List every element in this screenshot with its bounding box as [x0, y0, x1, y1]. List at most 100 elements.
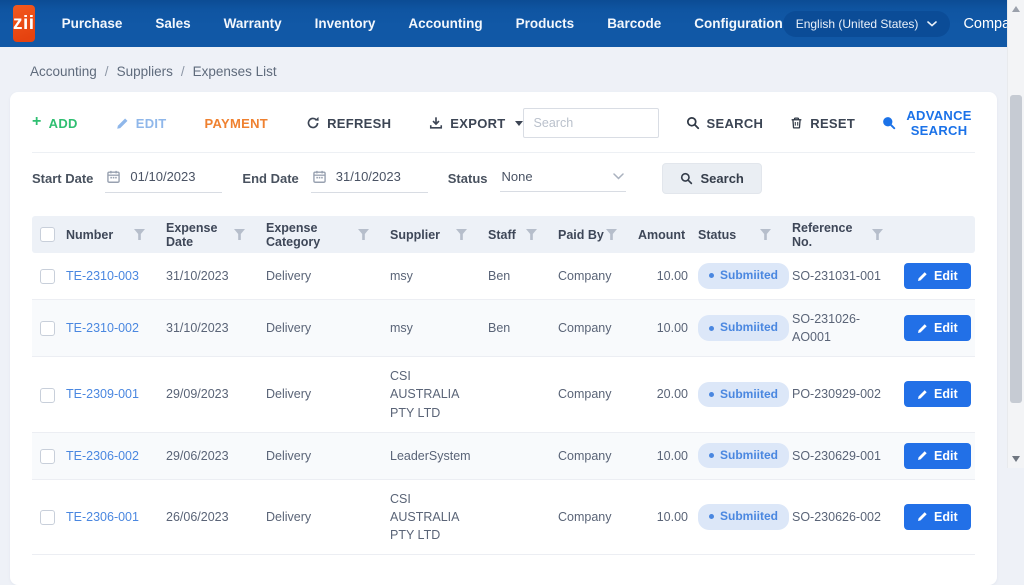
- filter-funnel-icon[interactable]: [358, 229, 369, 240]
- expense-number-link[interactable]: TE-2310-002: [66, 321, 139, 335]
- nav-item-warranty[interactable]: Warranty: [224, 16, 282, 31]
- row-checkbox[interactable]: [40, 388, 55, 403]
- table-row: TE-2306-002 29/06/2023 Delivery LeaderSy…: [32, 433, 975, 480]
- end-date-label: End Date: [242, 171, 298, 186]
- cell-paid-by: Company: [558, 437, 638, 475]
- status-badge-label: Submiited: [720, 508, 778, 525]
- nav-item-purchase[interactable]: Purchase: [62, 16, 123, 31]
- start-date-field[interactable]: [105, 164, 222, 193]
- table-row: TE-2310-003 31/10/2023 Delivery msy Ben …: [32, 253, 975, 300]
- nav-item-inventory[interactable]: Inventory: [315, 16, 376, 31]
- edit-row-button[interactable]: Edit: [904, 381, 971, 407]
- expense-number-link[interactable]: TE-2309-001: [66, 387, 139, 401]
- add-label: ADD: [49, 116, 78, 131]
- status-dot-icon: [709, 326, 714, 331]
- app-logo[interactable]: zii: [13, 5, 35, 42]
- refresh-icon: [306, 116, 320, 130]
- status-select[interactable]: None: [500, 165, 626, 192]
- edit-toolbar-button[interactable]: EDIT: [116, 116, 167, 131]
- breadcrumb-separator: /: [105, 64, 109, 79]
- cell-staff: [488, 507, 558, 527]
- edit-row-label: Edit: [934, 269, 958, 283]
- export-button[interactable]: EXPORT: [429, 116, 522, 131]
- search-icon: [686, 116, 700, 130]
- table-header: Number Expense Date Expense Category Sup…: [32, 216, 975, 253]
- advance-search-button[interactable]: ADVANCE SEARCH: [882, 108, 975, 138]
- edit-row-button[interactable]: Edit: [904, 263, 971, 289]
- language-selector[interactable]: English (United States): [783, 11, 951, 37]
- select-all-checkbox[interactable]: [40, 227, 55, 242]
- scrollbar-up-arrow-icon[interactable]: [1012, 6, 1020, 12]
- table-row: TE-2310-002 31/10/2023 Delivery msy Ben …: [32, 300, 975, 357]
- scrollbar-down-arrow-icon[interactable]: [1012, 456, 1020, 462]
- status-badge-label: Submiited: [720, 319, 778, 336]
- edit-label: EDIT: [136, 116, 167, 131]
- cell-reference-no: PO-230929-002: [792, 375, 904, 413]
- refresh-label: REFRESH: [327, 116, 391, 131]
- cell-expense-date: 29/09/2023: [166, 375, 266, 413]
- cell-reference-no: SO-230626-002: [792, 498, 904, 536]
- filter-funnel-icon[interactable]: [872, 229, 883, 240]
- export-caret-icon: [515, 121, 523, 126]
- refresh-button[interactable]: REFRESH: [306, 116, 391, 131]
- search-input[interactable]: [523, 108, 659, 138]
- col-paid-by-label: Paid By: [558, 228, 604, 242]
- expense-number-link[interactable]: TE-2306-002: [66, 449, 139, 463]
- pencil-icon: [917, 271, 928, 282]
- filter-funnel-icon[interactable]: [526, 229, 537, 240]
- cell-amount: 10.00: [638, 437, 698, 475]
- advance-search-icon: [882, 116, 896, 130]
- cell-amount: 10.00: [638, 498, 698, 536]
- scrollbar-thumb[interactable]: [1010, 95, 1022, 403]
- table-row: TE-2306-001 26/06/2023 Delivery CSI AUST…: [32, 480, 975, 555]
- edit-row-button[interactable]: Edit: [904, 443, 971, 469]
- reset-button[interactable]: RESET: [790, 116, 855, 131]
- status-dot-icon: [709, 392, 714, 397]
- end-date-field[interactable]: [311, 164, 428, 193]
- nav-item-configuration[interactable]: Configuration: [694, 16, 782, 31]
- cell-expense-category: Delivery: [266, 309, 390, 347]
- search-button[interactable]: SEARCH: [686, 116, 764, 131]
- search-label: SEARCH: [707, 116, 764, 131]
- status-select-value: None: [502, 169, 533, 184]
- edit-row-button[interactable]: Edit: [904, 315, 971, 341]
- row-checkbox[interactable]: [40, 510, 55, 525]
- breadcrumb-accounting[interactable]: Accounting: [30, 64, 97, 79]
- cell-reference-no: SO-230629-001: [792, 437, 904, 475]
- row-checkbox[interactable]: [40, 321, 55, 336]
- row-checkbox[interactable]: [40, 269, 55, 284]
- vertical-scrollbar[interactable]: [1007, 0, 1024, 468]
- end-date-input[interactable]: [334, 168, 426, 185]
- toolbar-right: SEARCH RESET ADVANCE SEARCH: [523, 108, 975, 138]
- expense-number-link[interactable]: TE-2310-003: [66, 269, 139, 283]
- filter-funnel-icon[interactable]: [134, 229, 145, 240]
- nav-item-barcode[interactable]: Barcode: [607, 16, 661, 31]
- breadcrumb-suppliers[interactable]: Suppliers: [117, 64, 173, 79]
- col-expense-date-label: Expense Date: [166, 221, 234, 249]
- filter-funnel-icon[interactable]: [606, 229, 617, 240]
- cell-expense-date: 31/10/2023: [166, 309, 266, 347]
- filter-search-button[interactable]: Search: [662, 163, 762, 194]
- expense-number-link[interactable]: TE-2306-001: [66, 510, 139, 524]
- start-date-input[interactable]: [128, 168, 220, 185]
- edit-row-button[interactable]: Edit: [904, 504, 971, 530]
- cell-staff: [488, 446, 558, 466]
- pencil-icon: [917, 323, 928, 334]
- toolbar: + ADD EDIT PAYMENT REFRESH: [32, 92, 975, 153]
- add-button[interactable]: + ADD: [32, 116, 78, 131]
- filter-funnel-icon[interactable]: [456, 229, 467, 240]
- plus-icon: +: [32, 114, 42, 130]
- payment-button[interactable]: PAYMENT: [205, 116, 269, 131]
- nav-item-accounting[interactable]: Accounting: [408, 16, 482, 31]
- filter-funnel-icon[interactable]: [760, 229, 771, 240]
- col-number-label: Number: [66, 228, 113, 242]
- nav-item-products[interactable]: Products: [516, 16, 575, 31]
- breadcrumb-expenses-list[interactable]: Expenses List: [193, 64, 277, 79]
- filter-funnel-icon[interactable]: [234, 229, 245, 240]
- col-staff-label: Staff: [488, 228, 516, 242]
- calendar-icon: [313, 170, 326, 183]
- filter-bar: Start Date End Date Status None: [32, 153, 975, 206]
- status-badge: Submiited: [698, 504, 789, 529]
- row-checkbox[interactable]: [40, 449, 55, 464]
- nav-item-sales[interactable]: Sales: [155, 16, 190, 31]
